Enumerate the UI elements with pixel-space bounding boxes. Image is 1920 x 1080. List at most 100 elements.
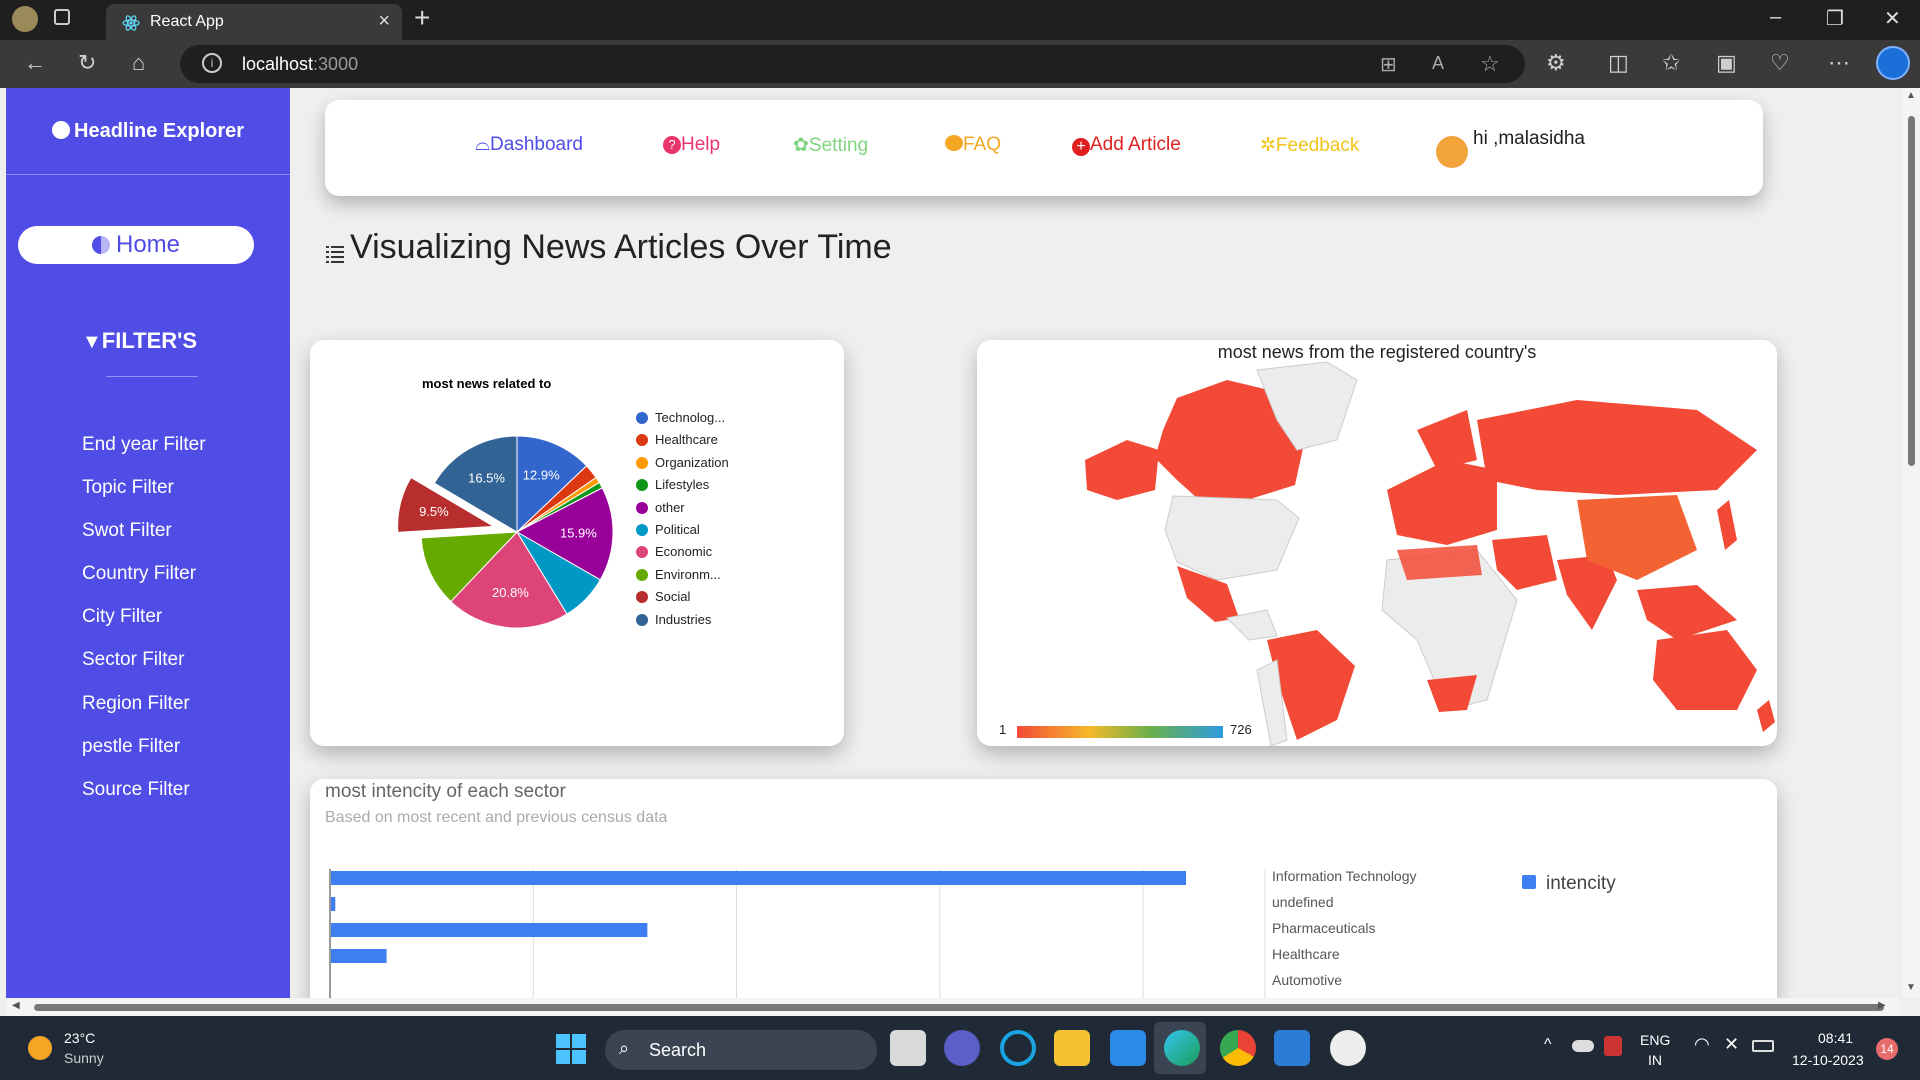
- notification-badge[interactable]: 14: [1876, 1038, 1898, 1060]
- filter-pestle[interactable]: pestle Filter: [82, 736, 180, 758]
- legend-item[interactable]: other: [655, 500, 685, 515]
- scroll-left-icon[interactable]: ◀: [12, 1000, 20, 1011]
- file-explorer-icon[interactable]: [1054, 1030, 1090, 1066]
- url-host: localhost: [242, 54, 314, 74]
- legend-item[interactable]: Technolog...: [655, 410, 725, 425]
- new-tab-icon[interactable]: +: [414, 2, 430, 34]
- world-map[interactable]: [977, 340, 1777, 746]
- wifi-icon[interactable]: ◠: [1694, 1034, 1710, 1055]
- copilot-icon[interactable]: [1876, 46, 1910, 80]
- taskbar: 23°C Sunny ⌕ Search ^ ENG IN ◠ ✕ 08:41 1…: [0, 1016, 1920, 1080]
- avatar[interactable]: [1436, 136, 1468, 168]
- vscode-icon[interactable]: [1274, 1030, 1310, 1066]
- tray-app-icon[interactable]: [1604, 1036, 1622, 1056]
- map-region-scandinavia: [1417, 410, 1477, 470]
- windows-start-icon[interactable]: [556, 1034, 586, 1064]
- taskbar-search[interactable]: ⌕ Search: [605, 1030, 877, 1070]
- scroll-thumb[interactable]: [1908, 116, 1915, 466]
- extensions-icon[interactable]: ⚙: [1546, 50, 1566, 76]
- site-info-icon[interactable]: i: [202, 53, 222, 73]
- browser-tab[interactable]: React App ×: [106, 4, 402, 40]
- bar[interactable]: [331, 949, 387, 963]
- scroll-up-icon[interactable]: ▲: [1906, 90, 1916, 101]
- minimize-icon[interactable]: –: [1770, 6, 1781, 29]
- filter-region[interactable]: Region Filter: [82, 693, 190, 715]
- clock-time[interactable]: 08:41: [1818, 1030, 1853, 1046]
- filter-source[interactable]: Source Filter: [82, 779, 190, 801]
- edge-icon[interactable]: [1164, 1030, 1200, 1066]
- chrome-icon[interactable]: [1220, 1030, 1256, 1066]
- filter-swot[interactable]: Swot Filter: [82, 520, 172, 542]
- filter-end-year[interactable]: End year Filter: [82, 434, 206, 456]
- legend-item[interactable]: Economic: [655, 544, 712, 559]
- filter-sector[interactable]: Sector Filter: [82, 649, 184, 671]
- teams-icon[interactable]: [944, 1030, 980, 1066]
- favorite-icon[interactable]: ☆: [1480, 51, 1500, 77]
- scroll-thumb-horizontal[interactable]: [34, 1004, 1884, 1011]
- filter-country[interactable]: Country Filter: [82, 563, 196, 585]
- filter-topic[interactable]: Topic Filter: [82, 477, 174, 499]
- back-icon[interactable]: ←: [24, 50, 46, 76]
- scroll-down-icon[interactable]: ▼: [1906, 982, 1916, 993]
- address-bar[interactable]: i localhost:3000 ⊞ A ☆: [180, 45, 1525, 83]
- filter-city[interactable]: City Filter: [82, 606, 162, 628]
- collections-icon[interactable]: ▣: [1716, 50, 1737, 76]
- bar[interactable]: [331, 897, 336, 911]
- tray-chevron-icon[interactable]: ^: [1544, 1036, 1552, 1054]
- sun-icon[interactable]: [28, 1036, 52, 1060]
- search-label: Search: [649, 1040, 707, 1060]
- legend-dot: [636, 524, 648, 536]
- geo-scale-max: 726: [1230, 722, 1252, 737]
- legend-item[interactable]: Political: [655, 522, 700, 537]
- refresh-icon[interactable]: ↻: [78, 50, 96, 76]
- cortana-icon[interactable]: [1000, 1030, 1036, 1066]
- app-available-icon[interactable]: ⊞: [1380, 52, 1397, 77]
- eclipse-icon[interactable]: [1330, 1030, 1366, 1066]
- bar[interactable]: [331, 871, 1186, 885]
- nav-help[interactable]: ? Help: [663, 134, 720, 156]
- legend-item[interactable]: Lifestyles: [655, 477, 709, 492]
- legend-item[interactable]: Organization: [655, 455, 729, 470]
- more-icon[interactable]: ⋯: [1828, 50, 1850, 76]
- home-icon[interactable]: ⌂: [132, 50, 145, 76]
- home-button[interactable]: Home: [18, 226, 254, 264]
- split-screen-icon[interactable]: ◫: [1608, 50, 1629, 76]
- nav-dashboard[interactable]: ⌓Dashboard: [475, 134, 583, 156]
- battery-icon[interactable]: [1752, 1040, 1774, 1052]
- nav-add-article[interactable]: + Add Article: [1072, 134, 1181, 156]
- nav-feedback[interactable]: ✲Feedback: [1260, 134, 1359, 157]
- close-tab-icon[interactable]: ×: [378, 10, 390, 33]
- favorites-icon[interactable]: ✩: [1662, 50, 1680, 76]
- horizontal-scrollbar[interactable]: ◀ ▶: [6, 998, 1900, 1016]
- filters-title: ▼FILTER'S: [82, 328, 197, 354]
- performance-icon[interactable]: ♡: [1770, 50, 1790, 76]
- brand-title: Headline Explorer: [74, 120, 245, 142]
- list-icon: [326, 246, 344, 263]
- profile-icon[interactable]: [12, 6, 38, 32]
- bar[interactable]: [331, 923, 648, 937]
- plus-circle-icon: +: [1072, 138, 1090, 156]
- mute-icon[interactable]: ✕: [1724, 1034, 1739, 1055]
- lang-secondary[interactable]: IN: [1648, 1052, 1662, 1068]
- bar-legend-label: intencity: [1546, 873, 1616, 894]
- legend-item[interactable]: Social: [655, 589, 690, 604]
- mail-icon[interactable]: [1110, 1030, 1146, 1066]
- onedrive-icon[interactable]: [1572, 1040, 1594, 1052]
- clock-date[interactable]: 12-10-2023: [1792, 1052, 1864, 1068]
- nav-setting[interactable]: ✿Setting: [793, 134, 868, 157]
- legend-item[interactable]: Healthcare: [655, 432, 718, 447]
- legend-item[interactable]: Environm...: [655, 567, 721, 582]
- nav-faq[interactable]: FAQ: [945, 134, 1001, 156]
- map-region-japan: [1717, 500, 1737, 550]
- geo-chart-card: most news from the registered country's: [977, 340, 1777, 746]
- vertical-scrollbar[interactable]: ▲ ▼: [1902, 88, 1920, 998]
- scroll-right-icon[interactable]: ▶: [1878, 1000, 1886, 1011]
- tab-actions-icon[interactable]: [54, 9, 70, 25]
- read-aloud-icon[interactable]: A: [1432, 53, 1444, 74]
- close-window-icon[interactable]: ✕: [1884, 6, 1901, 31]
- lang-primary[interactable]: ENG: [1640, 1032, 1670, 1048]
- legend-item[interactable]: Industries: [655, 612, 711, 627]
- task-view-icon[interactable]: [890, 1030, 926, 1066]
- legend-dot: [636, 456, 648, 469]
- restore-icon[interactable]: ❐: [1826, 6, 1844, 31]
